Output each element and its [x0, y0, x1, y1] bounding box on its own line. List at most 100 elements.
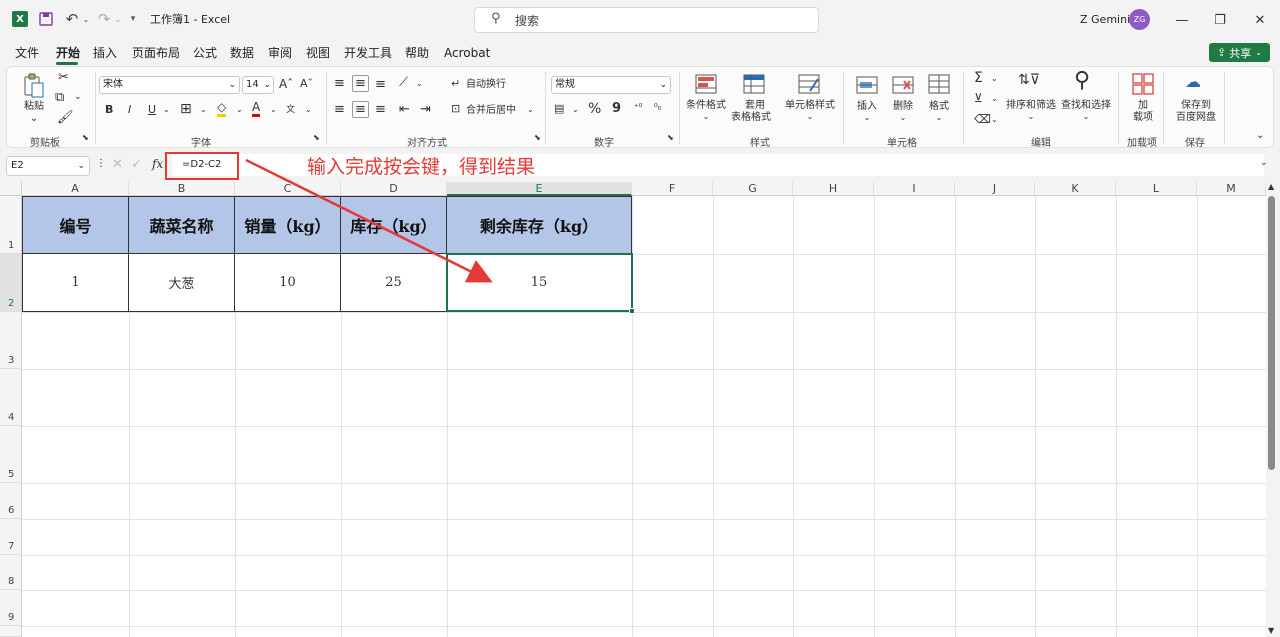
- row-header-8[interactable]: 8: [0, 555, 22, 590]
- column-header-k[interactable]: K: [1035, 182, 1116, 196]
- customize-toolbar-icon[interactable]: ▾: [128, 12, 138, 26]
- align-right-icon[interactable]: ≡: [375, 102, 386, 117]
- cell-styles-dropdown-icon[interactable]: ⌄: [804, 111, 816, 123]
- cell-b2[interactable]: 大葱: [129, 254, 235, 312]
- decrease-decimal-icon[interactable]: ⁰₀: [654, 103, 661, 113]
- tab-home[interactable]: 开始: [56, 44, 80, 62]
- cell-c1[interactable]: 销量（kg）: [235, 196, 341, 254]
- align-middle-icon[interactable]: ≡: [352, 75, 369, 92]
- accounting-format-icon[interactable]: ▤: [554, 102, 564, 115]
- undo-dropdown-icon[interactable]: ⌄: [82, 12, 90, 26]
- redo-dropdown-icon[interactable]: ⌄: [114, 12, 122, 26]
- tab-review[interactable]: 审阅: [268, 44, 292, 62]
- redo-icon[interactable]: ↷: [94, 9, 114, 29]
- cell-b1[interactable]: 蔬菜名称: [129, 196, 235, 254]
- tab-developer[interactable]: 开发工具: [344, 44, 392, 62]
- cell-d1[interactable]: 库存（kg）: [341, 196, 447, 254]
- tab-data[interactable]: 数据: [230, 44, 254, 62]
- more-options-icon[interactable]: ⋮: [96, 158, 106, 169]
- font-color-dropdown-icon[interactable]: ⌄: [270, 105, 277, 114]
- italic-button[interactable]: I: [128, 103, 131, 116]
- column-header-g[interactable]: G: [713, 182, 793, 196]
- row-header-6[interactable]: 6: [0, 483, 22, 519]
- column-header-m[interactable]: M: [1197, 182, 1266, 196]
- save-icon[interactable]: [38, 11, 54, 27]
- fill-icon[interactable]: ⊻: [974, 91, 983, 105]
- format-as-table-line1[interactable]: 套用: [735, 100, 775, 112]
- avatar[interactable]: ZG: [1129, 9, 1150, 30]
- wrap-text-icon[interactable]: ↵: [451, 77, 460, 90]
- copy-icon[interactable]: ⧉: [55, 90, 64, 105]
- cell-e1[interactable]: 剩余库存（kg）: [447, 196, 632, 254]
- row-header-7[interactable]: 7: [0, 519, 22, 555]
- font-name-select[interactable]: 宋体 ⌄: [99, 76, 240, 94]
- align-bottom-icon[interactable]: ≡: [375, 77, 386, 92]
- conditional-format-icon[interactable]: [694, 73, 718, 95]
- column-header-a[interactable]: A: [22, 182, 129, 196]
- format-cells-icon[interactable]: [927, 72, 951, 96]
- tab-page-layout[interactable]: 页面布局: [132, 44, 180, 62]
- scroll-up-icon[interactable]: ▲: [1268, 182, 1274, 191]
- underline-button[interactable]: U: [148, 103, 156, 116]
- column-header-i[interactable]: I: [874, 182, 955, 196]
- row-header-10[interactable]: [0, 626, 22, 637]
- alignment-launcher-icon[interactable]: ⬊: [534, 133, 541, 142]
- phonetic-dropdown-icon[interactable]: ⌄: [305, 105, 312, 114]
- find-select-icon[interactable]: ⚲: [1074, 68, 1090, 93]
- increase-indent-icon[interactable]: ⇥: [420, 102, 431, 117]
- clipboard-launcher-icon[interactable]: ⬊: [82, 133, 89, 142]
- bold-button[interactable]: B: [105, 103, 113, 116]
- autosum-button[interactable]: Σ: [974, 70, 983, 86]
- addins-icon[interactable]: [1131, 72, 1155, 96]
- column-header-l[interactable]: L: [1116, 182, 1197, 196]
- insert-function-icon[interactable]: fx: [152, 157, 163, 171]
- orientation-icon[interactable]: ⟋: [399, 75, 408, 90]
- accounting-dropdown-icon[interactable]: ⌄: [572, 105, 579, 114]
- enter-icon[interactable]: ✓: [131, 157, 142, 172]
- insert-cells-icon[interactable]: [855, 74, 879, 96]
- sort-filter-icon[interactable]: ⇅⊽: [1018, 72, 1040, 88]
- row-header-3[interactable]: 3: [0, 312, 22, 369]
- save-to-cloud-line1[interactable]: 保存到: [1172, 100, 1220, 112]
- save-to-cloud-line2[interactable]: 百度网盘: [1172, 112, 1220, 124]
- select-all-corner[interactable]: [0, 182, 22, 196]
- column-header-b[interactable]: B: [129, 182, 235, 196]
- insert-dropdown-icon[interactable]: ⌄: [861, 112, 873, 124]
- paste-icon[interactable]: [22, 72, 46, 100]
- conditional-dropdown-icon[interactable]: ⌄: [700, 111, 712, 123]
- fill-dropdown-icon[interactable]: ⌄: [236, 105, 243, 114]
- comma-style-button[interactable]: 9: [612, 101, 621, 116]
- decrease-indent-icon[interactable]: ⇤: [399, 102, 410, 117]
- minimize-icon[interactable]: —: [1170, 8, 1194, 32]
- column-header-f[interactable]: F: [632, 182, 713, 196]
- row-header-5[interactable]: 5: [0, 426, 22, 483]
- align-left-icon[interactable]: ≡: [334, 102, 345, 117]
- column-header-d[interactable]: D: [341, 182, 447, 196]
- font-size-select[interactable]: 14 ⌄: [242, 76, 274, 94]
- clear-icon[interactable]: ⌫: [974, 112, 991, 126]
- cell-c2[interactable]: 10: [235, 254, 341, 312]
- column-header-h[interactable]: H: [793, 182, 874, 196]
- row-header-2[interactable]: 2: [0, 254, 22, 312]
- restore-icon[interactable]: ❐: [1208, 8, 1232, 32]
- tab-formulas[interactable]: 公式: [193, 44, 217, 62]
- addins-line1[interactable]: 加: [1128, 100, 1158, 112]
- cell-styles-icon[interactable]: [797, 73, 821, 95]
- wrap-text-button[interactable]: 自动换行: [466, 79, 506, 91]
- addins-line2[interactable]: 载项: [1128, 112, 1158, 124]
- user-name[interactable]: Z Gemini: [1080, 10, 1130, 30]
- font-color-icon[interactable]: A: [252, 101, 261, 117]
- row-header-1[interactable]: 1: [0, 196, 22, 254]
- cancel-icon[interactable]: ✕: [112, 157, 123, 172]
- cloud-save-icon[interactable]: ☁: [1185, 72, 1201, 91]
- tab-file[interactable]: 文件: [15, 44, 39, 62]
- underline-dropdown-icon[interactable]: ⌄: [163, 105, 170, 114]
- font-launcher-icon[interactable]: ⬊: [313, 133, 320, 142]
- increase-decimal-icon[interactable]: ⁺⁰: [634, 103, 642, 113]
- tab-help[interactable]: 帮助: [405, 44, 429, 62]
- format-painter-icon[interactable]: 🖌: [57, 110, 74, 125]
- phonetic-icon[interactable]: 文: [286, 102, 295, 115]
- scrollbar-thumb[interactable]: [1268, 196, 1275, 470]
- format-as-table-line2[interactable]: 表格格式: [727, 112, 775, 124]
- fill-handle[interactable]: [629, 308, 635, 314]
